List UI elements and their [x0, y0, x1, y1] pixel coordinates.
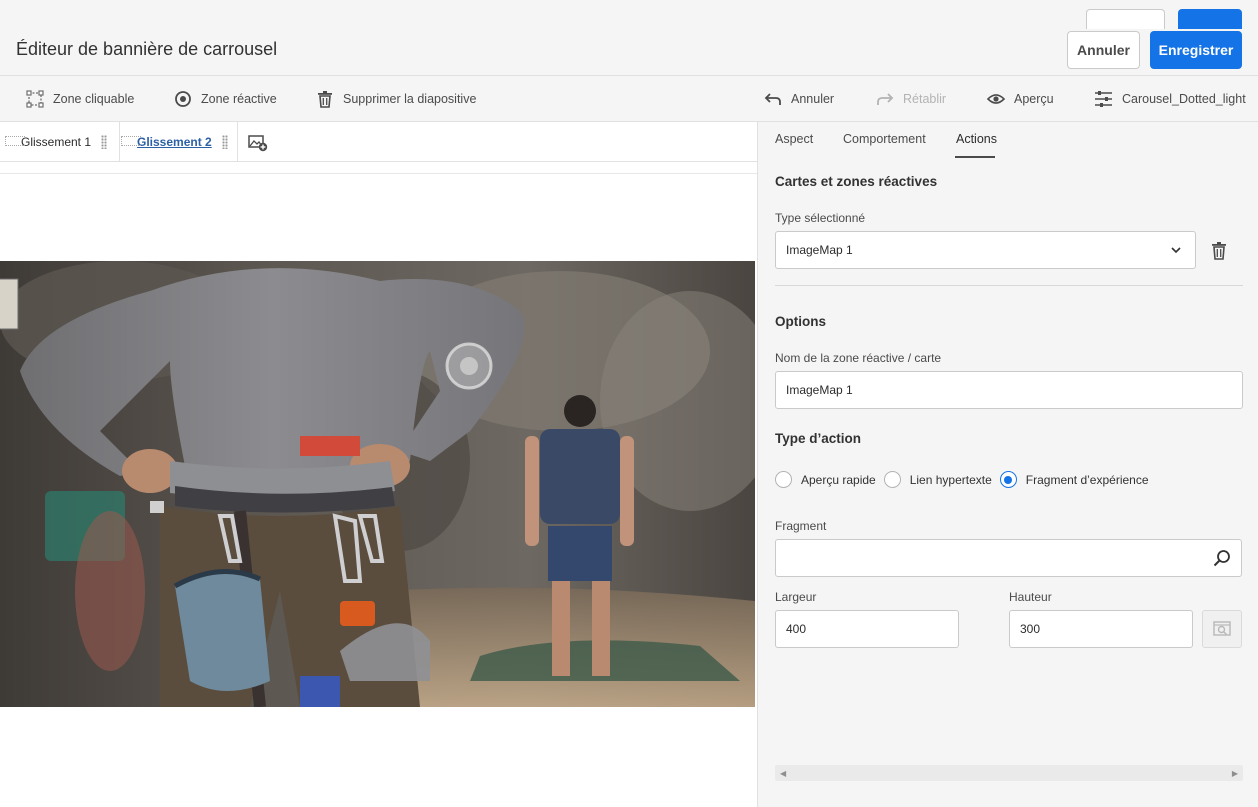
radio-button-selected[interactable]	[999, 471, 1017, 488]
height-input[interactable]: 300	[1009, 610, 1193, 648]
selected-type-label: Type sélectionné	[775, 211, 866, 225]
slide-tab-label: Glissement 1	[5, 135, 91, 149]
slide-tab-1[interactable]: Glissement 1	[3, 122, 120, 161]
preview-button[interactable]: Aperçu	[987, 76, 1054, 122]
cancel-button[interactable]: Annuler	[1067, 31, 1140, 69]
maps-section-title: Cartes et zones réactives	[775, 174, 938, 189]
background-button-primary	[1178, 9, 1242, 29]
undo-button[interactable]: Annuler	[764, 76, 834, 122]
radio-quick-view[interactable]: Aperçu rapide	[775, 471, 876, 488]
slide-tab-label: Glissement 2	[121, 135, 212, 149]
preview-label: Aperçu	[1014, 92, 1054, 106]
name-label: Nom de la zone réactive / carte	[775, 351, 942, 365]
trash-icon	[1212, 242, 1226, 260]
active-tab-indicator	[955, 156, 995, 158]
sliders-icon	[1095, 91, 1112, 107]
page-title: Éditeur de bannière de carrousel	[16, 39, 278, 59]
selected-type-dropdown[interactable]: ImageMap 1	[775, 231, 1196, 269]
search-icon	[1213, 550, 1230, 567]
eye-icon	[987, 94, 1005, 104]
marquee-square-icon	[26, 90, 44, 108]
slide-image	[0, 261, 755, 707]
options-title: Options	[775, 314, 826, 329]
width-label: Largeur	[775, 590, 817, 604]
radio-hyperlink[interactable]: Lien hypertexte	[883, 471, 992, 488]
tab-actions[interactable]: Actions	[956, 132, 997, 146]
action-type-radio-group: Aperçu rapide Lien hypertexte Fragment d…	[775, 471, 1157, 488]
canvas-divider	[0, 173, 757, 174]
name-input[interactable]: ImageMap 1	[775, 371, 1243, 409]
scroll-right-icon[interactable]: ▶	[1232, 769, 1238, 778]
undo-icon	[764, 93, 781, 105]
radio-label: Aperçu rapide	[801, 472, 876, 487]
toolbar: Zone cliquable Zone réactive Supprimer l…	[0, 76, 1258, 122]
fragment-label: Fragment	[775, 519, 827, 533]
redo-button[interactable]: Rétablir	[876, 76, 946, 122]
background-button-outline	[1086, 9, 1165, 29]
properties-panel: Aspect Comportement Actions Cartes et zo…	[757, 122, 1258, 807]
selected-type-value: ImageMap 1	[786, 243, 853, 257]
preset-label: Carousel_Dotted_light	[1122, 92, 1246, 106]
preset-selector[interactable]: Carousel_Dotted_light	[1094, 76, 1246, 122]
slide-tab-2[interactable]: Glissement 2	[120, 122, 238, 161]
tab-behavior[interactable]: Comportement	[843, 132, 926, 146]
radio-button[interactable]	[883, 471, 901, 488]
editor-header: Éditeur de bannière de carrousel Annuler…	[0, 0, 1258, 76]
preview-search-icon	[1213, 621, 1231, 636]
delete-slide-button[interactable]: Supprimer la diapositive	[316, 76, 476, 122]
add-image-icon	[248, 135, 268, 152]
delete-slide-label: Supprimer la diapositive	[343, 92, 477, 106]
radio-button[interactable]	[775, 471, 792, 488]
drag-handle-icon[interactable]	[221, 134, 228, 149]
redo-label: Rétablir	[903, 92, 947, 106]
add-slide-button[interactable]	[248, 134, 268, 155]
width-input[interactable]: 400	[775, 610, 959, 648]
section-divider	[775, 285, 1243, 286]
horizontal-scrollbar[interactable]: ◀ ▶	[775, 765, 1243, 781]
clickable-zone-tool[interactable]: Zone cliquable	[26, 76, 134, 122]
slide-tabs: Glissement 1 Glissement 2	[0, 122, 757, 162]
name-value: ImageMap 1	[786, 383, 853, 397]
radio-label: Lien hypertexte	[909, 472, 992, 487]
fragment-search-button[interactable]	[1202, 539, 1242, 577]
hotspot-tool[interactable]: Zone réactive	[174, 76, 277, 122]
action-type-title: Type d’action	[775, 431, 862, 446]
preview-fragment-button[interactable]	[1202, 610, 1242, 648]
fragment-input[interactable]	[775, 539, 1203, 577]
undo-label: Annuler	[791, 92, 835, 106]
height-label: Hauteur	[1009, 590, 1052, 604]
drag-handle-icon[interactable]	[101, 134, 108, 149]
height-value: 300	[1020, 622, 1041, 636]
chevron-down-icon	[1171, 247, 1181, 254]
clickable-zone-label: Zone cliquable	[53, 92, 135, 106]
radio-experience-fragment[interactable]: Fragment d’expérience	[999, 471, 1149, 488]
panel-tabs: Aspect Comportement Actions	[758, 122, 1258, 160]
target-icon	[175, 91, 191, 107]
redo-icon	[877, 93, 894, 105]
scroll-left-icon[interactable]: ◀	[780, 769, 786, 778]
radio-label: Fragment d’expérience	[1025, 472, 1149, 487]
tab-aspect[interactable]: Aspect	[775, 132, 813, 146]
hotspot-label: Zone réactive	[201, 92, 277, 106]
trash-icon	[318, 91, 332, 108]
width-value: 400	[786, 622, 807, 636]
delete-map-button[interactable]	[1210, 241, 1228, 263]
save-button[interactable]: Enregistrer	[1150, 31, 1242, 69]
canvas-area: Glissement 1 Glissement 2	[0, 122, 757, 807]
